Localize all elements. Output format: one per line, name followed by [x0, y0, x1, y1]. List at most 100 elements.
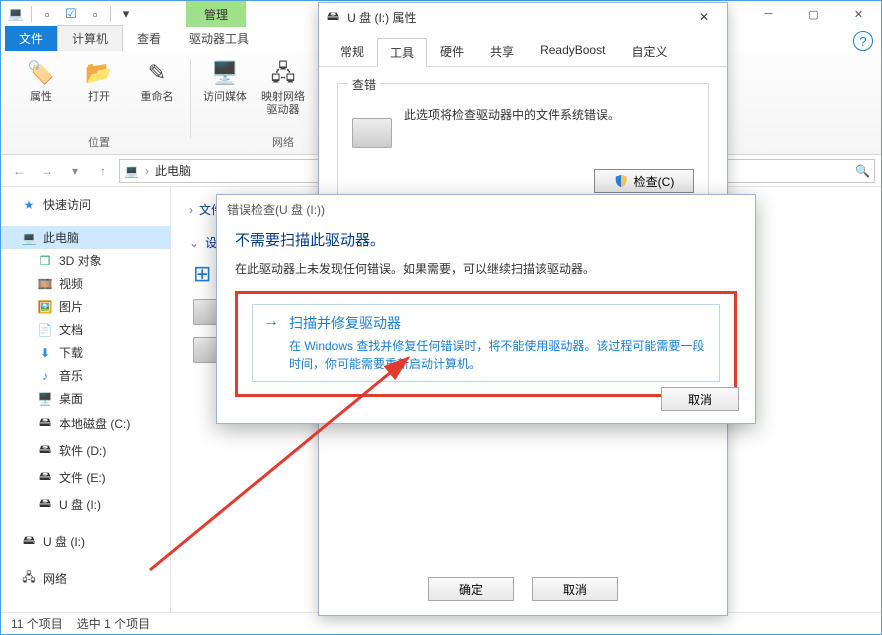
forward-button[interactable]: → — [35, 159, 59, 183]
qat-btn-3[interactable]: ▫ — [84, 3, 106, 25]
scan-option-desc: 在 Windows 查找并修复任何错误时，将不能使用驱动器。该过程可能需要一段时… — [289, 337, 709, 373]
chevron-down-icon: ⌄ — [189, 236, 199, 250]
access-media-button[interactable]: 🖥️访问媒体 — [199, 57, 251, 104]
network-icon: 🖧 — [21, 568, 37, 589]
video-icon: 🎞️ — [37, 277, 53, 291]
error-check-titlebar: 错误检查(U 盘 (I:)) — [217, 195, 755, 223]
maximize-button[interactable]: ▢ — [791, 1, 836, 27]
context-tab-label[interactable]: 管理 — [186, 1, 246, 27]
check-description: 此选项将检查驱动器中的文件系统错误。 — [404, 106, 694, 123]
breadcrumb[interactable]: 此电脑 — [155, 162, 191, 179]
music-icon: ♪ — [37, 369, 53, 383]
ptab-sharing[interactable]: 共享 — [477, 37, 527, 66]
drive-icon: 🖴 — [37, 467, 53, 488]
properties-button[interactable]: 🏷️属性 — [15, 57, 67, 104]
pc-small-icon: 💻 — [124, 164, 139, 178]
nav-videos[interactable]: 🎞️视频 — [1, 272, 170, 295]
error-check-heading: 不需要扫描此驱动器。 — [235, 229, 737, 250]
back-button[interactable]: ← — [7, 159, 31, 183]
rename-icon: ✎ — [141, 57, 173, 89]
pc-icon: 💻 — [21, 231, 37, 245]
scan-option[interactable]: → 扫描并修复驱动器 在 Windows 查找并修复任何错误时，将不能使用驱动器… — [252, 304, 720, 382]
properties-close-button[interactable]: ✕ — [689, 10, 719, 24]
nav-pane: ★快速访问 💻此电脑 ❒3D 对象 🎞️视频 🖼️图片 📄文档 ⬇下载 ♪音乐 … — [1, 187, 171, 612]
qat-overflow[interactable]: ▾ — [115, 3, 137, 25]
properties-title-text: U 盘 (I:) 属性 — [347, 9, 416, 26]
nav-drive-d[interactable]: 🖴软件 (D:) — [1, 437, 170, 464]
recent-dropdown[interactable]: ▾ — [63, 159, 87, 183]
download-icon: ⬇ — [37, 346, 53, 360]
media-icon: 🖥️ — [209, 57, 241, 89]
ptab-tools[interactable]: 工具 — [377, 38, 427, 67]
properties-titlebar: 🖴 U 盘 (I:) 属性 ✕ — [319, 3, 727, 31]
rename-button[interactable]: ✎重命名 — [131, 57, 183, 104]
minimize-button[interactable]: ─ — [746, 1, 791, 27]
item-count: 11 个项目 — [11, 615, 63, 632]
scan-option-title: 扫描并修复驱动器 — [289, 313, 709, 333]
drive-icon: 🖴 — [37, 440, 53, 461]
properties-icon: 🏷️ — [25, 57, 57, 89]
props-cancel-button[interactable]: 取消 — [532, 577, 618, 601]
help-button[interactable]: ? — [853, 31, 873, 51]
quick-access-toolbar: 💻 ▫ ☑ ▫ ▾ — [5, 3, 137, 25]
ptab-general[interactable]: 常规 — [327, 37, 377, 66]
fieldset-legend: 查错 — [348, 76, 380, 93]
nav-downloads[interactable]: ⬇下载 — [1, 341, 170, 364]
nav-3d[interactable]: ❒3D 对象 — [1, 249, 170, 272]
crumb-sep: › — [145, 164, 149, 178]
open-icon: 📂 — [83, 57, 115, 89]
star-icon: ★ — [21, 198, 37, 212]
open-button[interactable]: 📂打开 — [73, 57, 125, 104]
nav-drive-c[interactable]: 🖴本地磁盘 (C:) — [1, 410, 170, 437]
up-button[interactable]: ↑ — [91, 159, 115, 183]
shield-icon — [614, 174, 628, 188]
nav-documents[interactable]: 📄文档 — [1, 318, 170, 341]
ribbon-group-location: 🏷️属性 📂打开 ✎重命名 位置 — [7, 55, 191, 154]
qat-btn-1[interactable]: ▫ — [36, 3, 58, 25]
map-drive-button[interactable]: 🖧映射网络驱动器 — [257, 57, 309, 117]
close-button[interactable]: ✕ — [836, 1, 881, 27]
errorcheck-fieldset: 查错 此选项将检查驱动器中的文件系统错误。 检查(C) — [337, 83, 709, 212]
cube-icon: ❒ — [37, 254, 53, 268]
nav-drive-i[interactable]: 🖴U 盘 (I:) — [1, 491, 170, 518]
error-check-dialog: 错误检查(U 盘 (I:)) 不需要扫描此驱动器。 在此驱动器上未发现任何错误。… — [216, 194, 756, 424]
properties-tabs: 常规 工具 硬件 共享 ReadyBoost 自定义 — [319, 31, 727, 67]
ptab-hardware[interactable]: 硬件 — [427, 37, 477, 66]
drive-large-icon — [352, 118, 392, 148]
ptab-readyboost[interactable]: ReadyBoost — [527, 37, 618, 66]
drive-icon: 🖴 — [37, 413, 53, 434]
arrow-right-icon: → — [263, 313, 279, 331]
search-icon: 🔍 — [855, 164, 870, 178]
nav-music[interactable]: ♪音乐 — [1, 364, 170, 387]
nav-drive-e[interactable]: 🖴文件 (E:) — [1, 464, 170, 491]
tab-view[interactable]: 查看 — [123, 26, 175, 51]
quick-access[interactable]: ★快速访问 — [1, 193, 170, 216]
props-ok-button[interactable]: 确定 — [428, 577, 514, 601]
qat-btn-2[interactable]: ☑ — [60, 3, 82, 25]
desktop-icon: 🖥️ — [37, 392, 53, 406]
tab-file[interactable]: 文件 — [5, 26, 57, 51]
windows-drive-icon: ⊞ — [193, 261, 211, 287]
chevron-right-icon: › — [189, 203, 193, 217]
picture-icon: 🖼️ — [37, 300, 53, 314]
selection-count: 选中 1 个项目 — [77, 615, 150, 632]
drive-small-icon: 🖴 — [327, 7, 339, 28]
nav-desktop[interactable]: 🖥️桌面 — [1, 387, 170, 410]
ptab-custom[interactable]: 自定义 — [618, 37, 680, 66]
check-button[interactable]: 检查(C) — [594, 169, 694, 193]
pc-icon: 💻 — [5, 3, 27, 25]
scan-highlight-box: → 扫描并修复驱动器 在 Windows 查找并修复任何错误时，将不能使用驱动器… — [235, 291, 737, 397]
nav-pictures[interactable]: 🖼️图片 — [1, 295, 170, 318]
usb-icon: 🖴 — [37, 494, 53, 515]
doc-icon: 📄 — [37, 323, 53, 337]
group-label-location: 位置 — [88, 132, 110, 154]
nav-network[interactable]: 🖧网络 — [1, 565, 170, 592]
mapdrive-icon: 🖧 — [267, 57, 299, 89]
error-check-cancel-button[interactable]: 取消 — [661, 387, 739, 411]
properties-footer: 确定 取消 — [319, 577, 727, 601]
tab-drivetools[interactable]: 驱动器工具 — [175, 26, 263, 51]
nav-udisk2[interactable]: 🖴U 盘 (I:) — [1, 528, 170, 555]
tab-computer[interactable]: 计算机 — [57, 25, 123, 51]
this-pc[interactable]: 💻此电脑 — [1, 226, 170, 249]
group-label-network: 网络 — [272, 132, 294, 154]
